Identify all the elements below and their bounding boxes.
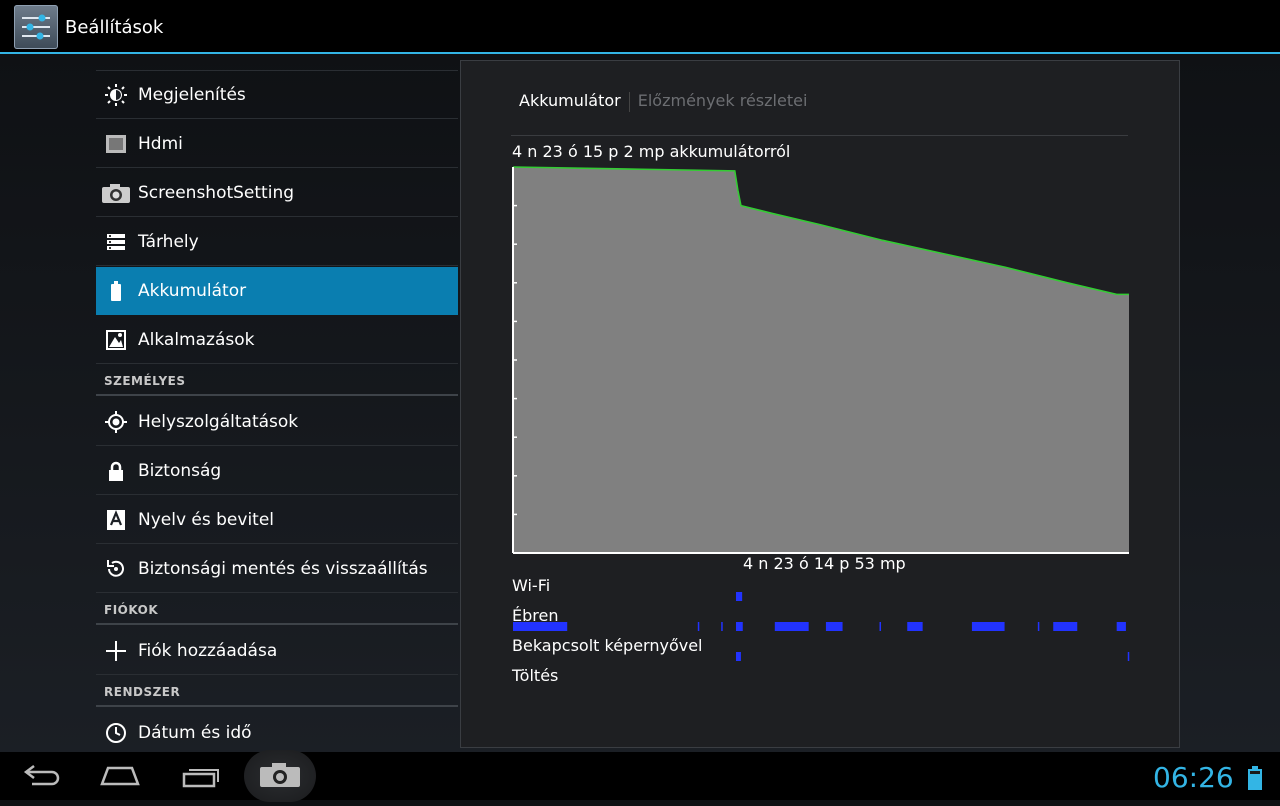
settings-list[interactable]: Megjelenítés Hdmi ScreenshotSetting Tárh…	[96, 56, 458, 752]
tab-separator	[628, 91, 630, 112]
location-icon	[104, 410, 128, 434]
settings-item-add-account[interactable]: Fiók hozzáadása	[96, 627, 458, 675]
tab-divider	[511, 135, 1128, 136]
screenshot-camera-icon[interactable]	[244, 750, 316, 802]
detail-tabs: Akkumulátor Előzmények részletei	[519, 91, 807, 112]
awake-segment	[825, 622, 843, 631]
settings-item-screenshot[interactable]: ScreenshotSetting	[96, 169, 458, 217]
section-header-label: RENDSZER	[104, 685, 181, 699]
awake-segment	[879, 622, 882, 631]
keyboard-language-icon	[104, 508, 128, 532]
settings-item-date-time[interactable]: Dátum és idő	[96, 709, 458, 752]
storage-icon	[104, 230, 128, 254]
awake-segment	[774, 622, 809, 631]
awake-segment	[1116, 622, 1126, 631]
settings-sliders-icon[interactable]	[14, 5, 58, 49]
section-header-system: RENDSZER	[96, 677, 458, 707]
settings-item-location[interactable]: Helyszolgáltatások	[96, 398, 458, 446]
settings-item-label: Megjelenítés	[138, 85, 246, 105]
clock-icon	[104, 721, 128, 745]
awake-segment	[1053, 622, 1078, 631]
settings-item-label: Nyelv és bevitel	[138, 510, 275, 530]
settings-item-label: Hdmi	[138, 134, 183, 154]
awake-segment	[1037, 622, 1040, 631]
settings-item-security[interactable]: Biztonság	[96, 447, 458, 495]
section-header-personal: SZEMÉLYES	[96, 366, 458, 396]
tab-history-details[interactable]: Előzmények részletei	[638, 91, 808, 110]
action-bar: Beállítások	[0, 0, 1280, 54]
navigation-bar: 06:26	[0, 750, 1280, 802]
status-clock: 06:26	[1153, 761, 1234, 794]
back-icon[interactable]	[4, 752, 76, 800]
settings-item-label: Biztonság	[138, 461, 222, 481]
recent-apps-icon[interactable]	[164, 752, 236, 800]
settings-item-storage[interactable]: Tárhely	[96, 218, 458, 266]
settings-item-label: ScreenshotSetting	[138, 183, 295, 203]
settings-item-label: Akkumulátor	[138, 281, 247, 301]
list-item-partial	[96, 56, 458, 71]
camera-icon	[101, 181, 131, 205]
settings-item-label: Biztonsági mentés és visszaállítás	[138, 559, 428, 579]
backup-restore-icon	[104, 557, 128, 581]
awake-segment	[907, 622, 923, 631]
track-label-awake: Ébren	[512, 606, 559, 625]
battery-since-label: 4 n 23 ó 15 p 2 mp akkumulátorról	[512, 142, 791, 161]
awake-segment	[971, 622, 1005, 631]
settings-item-language[interactable]: Nyelv és bevitel	[96, 496, 458, 544]
settings-item-battery[interactable]: Akkumulátor	[96, 267, 458, 315]
tab-battery[interactable]: Akkumulátor	[519, 91, 621, 110]
section-header-accounts: FIÓKOK	[96, 595, 458, 625]
track-label-wifi: Wi-Fi	[512, 576, 551, 595]
settings-item-label: Dátum és idő	[138, 723, 252, 743]
awake-segment	[721, 622, 723, 631]
lock-icon	[104, 459, 128, 483]
battery-icon	[104, 279, 128, 303]
settings-item-label: Helyszolgáltatások	[138, 412, 299, 432]
track-label-charging: Töltés	[512, 666, 559, 685]
battery-status-icon	[1248, 766, 1262, 790]
battery-history-chart	[512, 166, 1130, 661]
settings-item-display[interactable]: Megjelenítés	[96, 71, 458, 119]
apps-icon	[104, 328, 128, 352]
track-label-screen-on: Bekapcsolt képernyővel	[512, 636, 703, 655]
settings-item-hdmi[interactable]: Hdmi	[96, 120, 458, 168]
battery-detail-panel: Akkumulátor Előzmények részletei 4 n 23 ó…	[460, 60, 1180, 748]
settings-item-label: Tárhely	[138, 232, 199, 252]
plus-icon	[104, 639, 128, 663]
home-icon[interactable]	[84, 752, 156, 800]
screen-on-segment	[735, 652, 741, 661]
section-header-label: FIÓKOK	[104, 603, 159, 617]
battery-end-label: 4 n 23 ó 14 p 53 mp	[743, 554, 906, 573]
screen-on-segment	[1127, 652, 1130, 661]
section-header-label: SZEMÉLYES	[104, 374, 186, 388]
wifi-segment	[735, 592, 743, 601]
settings-item-backup[interactable]: Biztonsági mentés és visszaállítás	[96, 545, 458, 593]
app-title: Beállítások	[65, 17, 164, 38]
settings-item-label: Alkalmazások	[138, 330, 255, 350]
settings-item-apps[interactable]: Alkalmazások	[96, 316, 458, 364]
awake-segment	[735, 622, 743, 631]
settings-item-label: Fiók hozzáadása	[138, 641, 278, 661]
hdmi-icon	[104, 132, 128, 156]
awake-segment	[697, 622, 700, 631]
brightness-icon	[104, 83, 128, 107]
